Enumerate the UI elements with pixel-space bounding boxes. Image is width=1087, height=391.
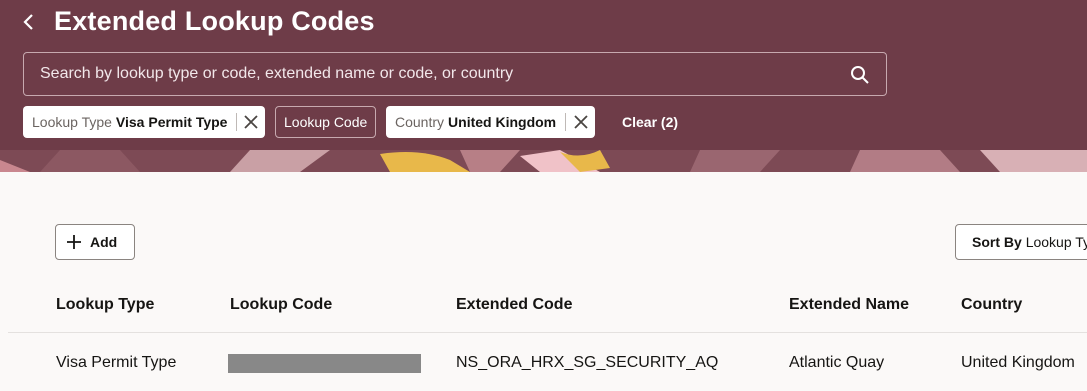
add-button-label: Add (90, 234, 118, 250)
close-icon (573, 115, 588, 129)
add-button[interactable]: Add (55, 224, 135, 260)
filter-label: Lookup Type (32, 114, 112, 130)
back-arrow-icon[interactable] (18, 10, 42, 34)
filter-chip-lookup-code[interactable]: Lookup Code (275, 106, 376, 138)
page-header: Extended Lookup Codes Lookup Type Visa P… (0, 0, 1087, 172)
column-header-country[interactable]: Country (961, 296, 1022, 314)
plus-icon (67, 235, 81, 249)
sort-by-prefix: Sort By (972, 234, 1022, 250)
page-title: Extended Lookup Codes (54, 6, 375, 36)
filter-chip-country[interactable]: Country United Kingdom (386, 106, 595, 138)
header-divider (8, 332, 1087, 333)
remove-filter-country-button[interactable] (566, 106, 595, 138)
clear-filters-link[interactable]: Clear (2) (622, 114, 678, 130)
remove-filter-lookup-type-button[interactable] (237, 106, 265, 138)
cell-lookup-type[interactable]: Visa Permit Type (56, 354, 176, 372)
column-header-lookup-type[interactable]: Lookup Type (56, 296, 154, 314)
decorative-banner-pattern (0, 150, 1087, 172)
cell-extended-name[interactable]: Atlantic Quay (789, 354, 884, 372)
search-icon[interactable] (850, 65, 870, 85)
filter-chip-lookup-type[interactable]: Lookup Type Visa Permit Type (23, 106, 265, 138)
column-header-extended-name[interactable]: Extended Name (789, 296, 909, 314)
cell-extended-code[interactable]: NS_ORA_HRX_SG_SECURITY_AQ (456, 354, 718, 372)
column-header-lookup-code[interactable]: Lookup Code (230, 296, 332, 314)
filter-label: Country (395, 114, 445, 130)
redacted-lookup-code (228, 354, 421, 373)
column-header-extended-code[interactable]: Extended Code (456, 296, 572, 314)
close-icon (244, 115, 258, 129)
search-bar (23, 52, 887, 96)
filter-value: United Kingdom (448, 114, 557, 130)
cell-country[interactable]: United Kingdom (961, 354, 1075, 372)
sort-by-button[interactable]: Sort By Lookup Type (955, 224, 1087, 260)
sort-by-value: Lookup Type (1025, 234, 1087, 250)
filter-label: Lookup Code (284, 114, 368, 130)
filter-value: Visa Permit Type (115, 114, 228, 130)
search-input[interactable] (40, 53, 840, 95)
